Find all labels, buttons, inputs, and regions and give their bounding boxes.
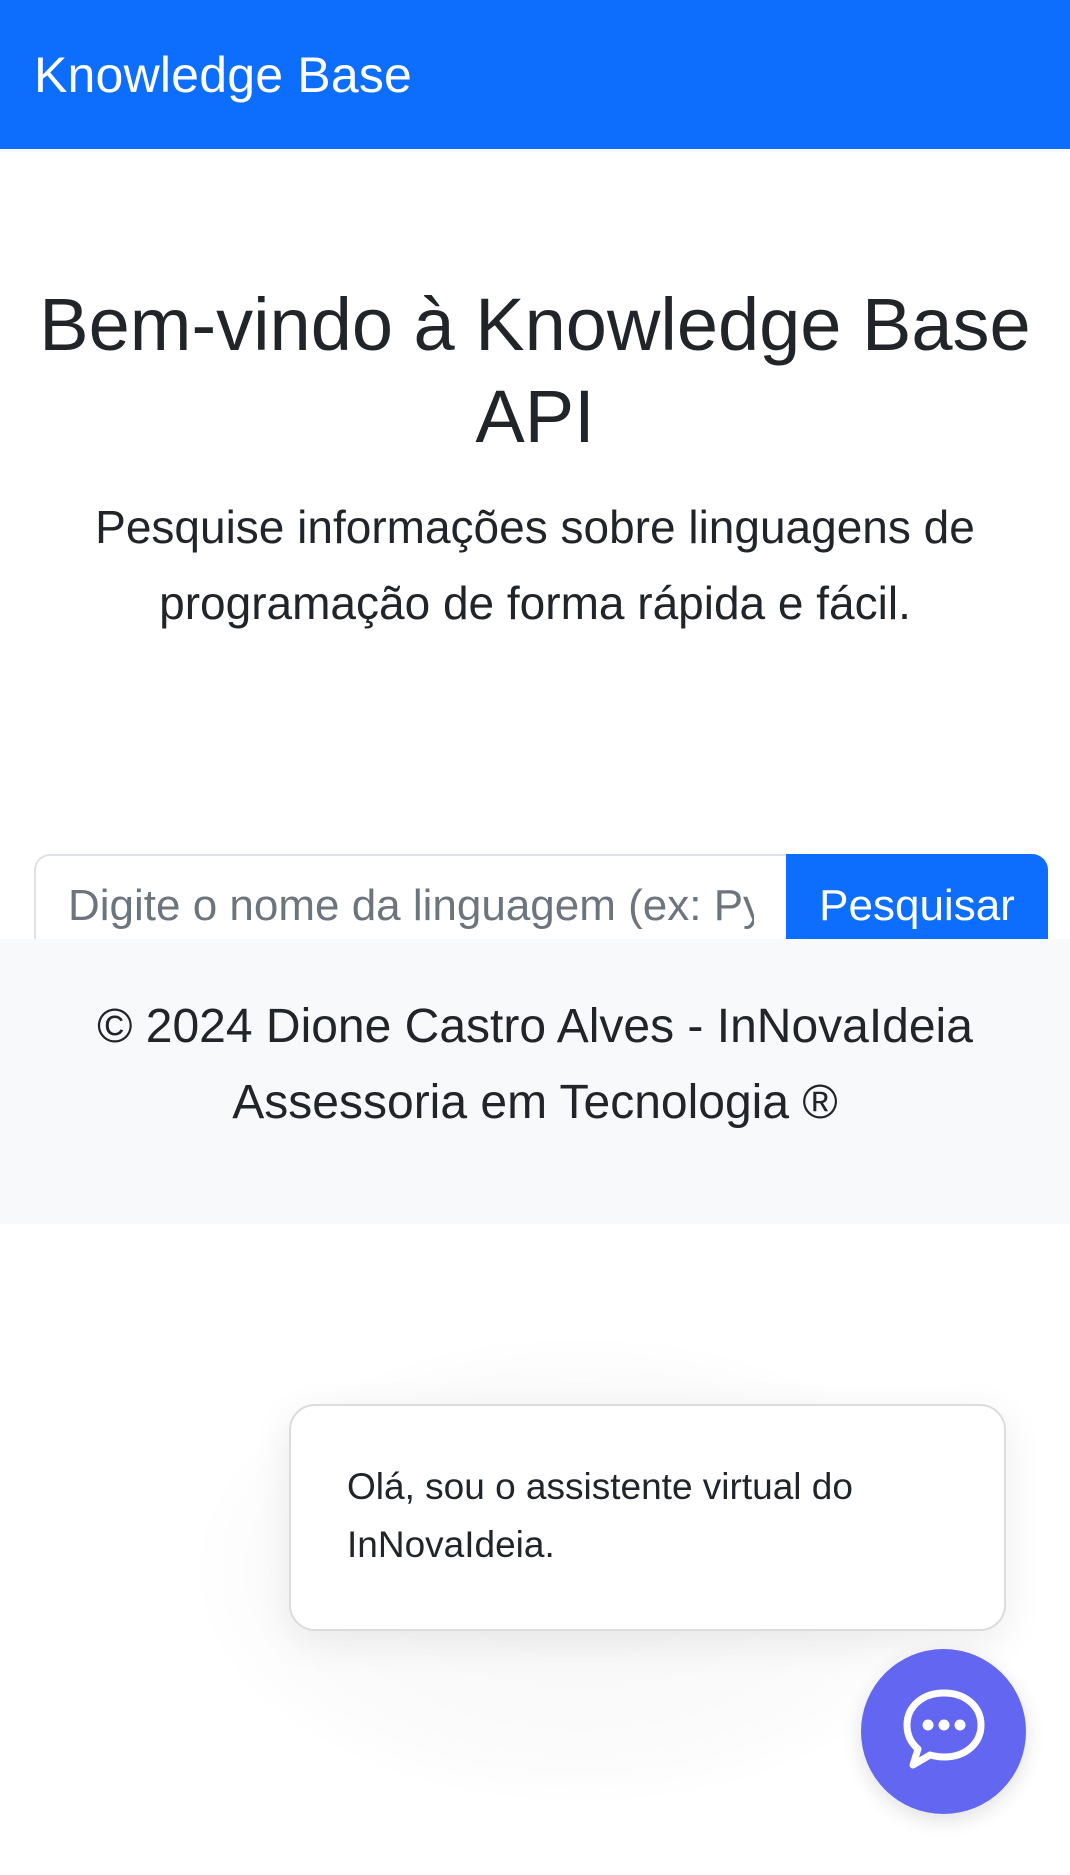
chat-greeting-text: Olá, sou o assistente virtual do InNovaI… bbox=[347, 1466, 853, 1565]
navbar-brand[interactable]: Knowledge Base bbox=[34, 46, 412, 104]
footer: © 2024 Dione Castro Alves - InNovaIdeia … bbox=[0, 939, 1070, 1224]
hero-section: Bem-vindo à Knowledge Base API Pesquise … bbox=[0, 149, 1070, 957]
chat-greeting-bubble[interactable]: Olá, sou o assistente virtual do InNovaI… bbox=[289, 1404, 1006, 1631]
navbar: Knowledge Base bbox=[0, 0, 1070, 149]
chat-launcher-button[interactable] bbox=[861, 1649, 1026, 1814]
page-subtitle: Pesquise informações sobre linguagens de… bbox=[95, 501, 975, 629]
footer-copyright: © 2024 Dione Castro Alves - InNovaIdeia … bbox=[97, 1000, 973, 1129]
chat-bubble-icon bbox=[899, 1684, 989, 1779]
page-title: Bem-vindo à Knowledge Base API bbox=[39, 283, 1031, 458]
